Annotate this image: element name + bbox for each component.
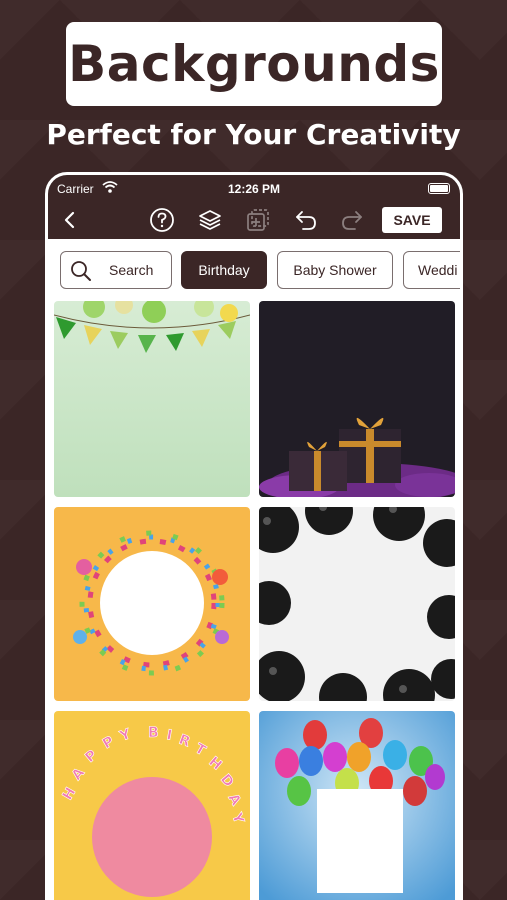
search-icon	[71, 261, 91, 281]
status-bar: Carrier 12:26 PM	[48, 175, 460, 201]
search-chip-label: Search	[109, 262, 154, 278]
add-frame-icon[interactable]	[244, 206, 272, 234]
gift-boxes-dark-background[interactable]	[259, 301, 455, 497]
save-button[interactable]: SAVE	[382, 207, 442, 233]
svg-text:B: B	[148, 725, 159, 741]
undo-icon[interactable]	[292, 206, 320, 234]
search-chip[interactable]: Search	[60, 251, 172, 289]
promo-title-box: Backgrounds	[66, 22, 442, 106]
chip-wedding-label: Weddi	[418, 262, 458, 278]
chip-birthday[interactable]: Birthday	[181, 251, 267, 289]
chip-wedding[interactable]: Weddi	[403, 251, 460, 289]
help-icon[interactable]	[148, 206, 176, 234]
status-time: 12:26 PM	[227, 182, 281, 196]
black-balloons-white-background[interactable]	[259, 507, 455, 701]
layers-icon[interactable]	[196, 206, 224, 234]
balloons-blue-background[interactable]	[259, 711, 455, 900]
chip-baby-shower-label: Baby Shower	[293, 262, 377, 278]
backgrounds-grid: H A P P Y B I R T H D A Y	[48, 301, 460, 900]
toolbar: SAVE	[48, 201, 460, 239]
battery-icon	[428, 183, 450, 194]
back-icon[interactable]	[56, 206, 84, 234]
promo-title: Backgrounds	[68, 35, 440, 93]
chip-baby-shower[interactable]: Baby Shower	[277, 251, 393, 289]
candy-circle-orange-background[interactable]	[54, 507, 250, 701]
phone-frame: Carrier 12:26 PM SAVE Search Birthday Ba…	[45, 172, 463, 900]
bunting-green-background[interactable]	[54, 301, 250, 497]
promo-subtitle: Perfect for Your Creativity	[46, 118, 461, 151]
chip-birthday-label: Birthday	[198, 262, 250, 278]
happy-birthday-yellow-background[interactable]: H A P P Y B I R T H D A Y	[54, 711, 250, 900]
category-chips: Search Birthday Baby Shower Weddi	[48, 239, 460, 301]
redo-icon[interactable]	[338, 206, 366, 234]
